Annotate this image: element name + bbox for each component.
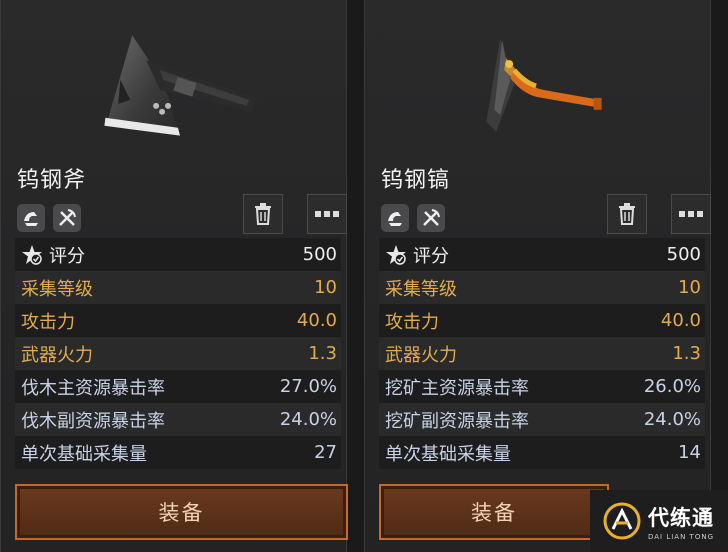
more-button[interactable] xyxy=(671,194,711,234)
stat-value: 10 xyxy=(678,277,701,298)
delete-button[interactable] xyxy=(607,194,647,234)
stat-label: 伐木主资源暴击率 xyxy=(21,377,165,399)
score-star-icon xyxy=(22,244,42,265)
stat-label: 攻击力 xyxy=(385,311,439,333)
stat-row-gather-level: 采集等级 10 xyxy=(15,271,341,304)
stat-label: 伐木副资源暴击率 xyxy=(21,410,165,432)
equip-button[interactable]: 装备 xyxy=(379,484,609,540)
stat-label: 单次基础采集量 xyxy=(385,443,511,465)
watermark-cn: 代练通 xyxy=(648,505,714,530)
stat-value: 24.0% xyxy=(279,409,337,430)
harvest-icon xyxy=(17,204,45,232)
stat-row-base-gather: 单次基础采集量 14 xyxy=(379,436,705,469)
delete-button[interactable] xyxy=(243,194,283,234)
stat-row-base-gather: 单次基础采集量 27 xyxy=(15,436,341,469)
score-star-icon xyxy=(386,244,406,265)
stat-label: 单次基础采集量 xyxy=(21,443,147,465)
daliantong-logo-icon xyxy=(603,502,641,540)
stat-label: 采集等级 xyxy=(21,278,93,300)
stat-row-sub-crit: 挖矿副资源暴击率 24.0% xyxy=(379,403,705,436)
stat-value: 27.0% xyxy=(279,376,337,397)
stat-label: 挖矿副资源暴击率 xyxy=(385,410,529,432)
item-name: 钨钢斧 xyxy=(17,168,87,193)
stat-value: 500 xyxy=(666,244,701,265)
stat-value: 1.3 xyxy=(308,343,337,364)
stat-row-attack: 攻击力 40.0 xyxy=(379,304,705,337)
stat-label: 评分 xyxy=(49,245,85,267)
stat-value: 40.0 xyxy=(660,310,701,331)
stat-value: 27 xyxy=(314,442,337,463)
stat-row-gather-level: 采集等级 10 xyxy=(379,271,705,304)
stat-label: 武器火力 xyxy=(385,344,457,366)
trash-icon xyxy=(619,203,635,225)
stat-row-sub-crit: 伐木副资源暴击率 24.0% xyxy=(15,403,341,436)
watermark-en: DAI LIAN TONG xyxy=(648,532,715,541)
item-card-axe: 钨钢斧 评分 500 采集等级 10 攻击力 40.0 武器火力 1.3 伐木主… xyxy=(0,0,348,552)
stat-row-score: 评分 500 xyxy=(15,238,341,271)
stat-row-main-crit: 挖矿主资源暴击率 26.0% xyxy=(379,370,705,403)
stat-row-firepower: 武器火力 1.3 xyxy=(379,337,705,370)
stat-row-score: 评分 500 xyxy=(379,238,705,271)
stat-label: 评分 xyxy=(413,245,449,267)
stat-value: 40.0 xyxy=(296,310,337,331)
tungsten-pickaxe-image xyxy=(486,38,602,132)
stat-label: 攻击力 xyxy=(21,311,75,333)
stat-value: 1.3 xyxy=(672,343,701,364)
pickaxe-axe-icon xyxy=(417,204,445,232)
stat-row-main-crit: 伐木主资源暴击率 27.0% xyxy=(15,370,341,403)
more-dots-icon xyxy=(679,211,703,217)
stat-label: 挖矿主资源暴击率 xyxy=(385,377,529,399)
equip-button[interactable]: 装备 xyxy=(15,484,348,540)
stat-label: 武器火力 xyxy=(21,344,93,366)
item-name: 钨钢镐 xyxy=(381,168,451,193)
harvest-icon xyxy=(381,204,409,232)
stat-value: 24.0% xyxy=(643,409,701,430)
stat-row-firepower: 武器火力 1.3 xyxy=(15,337,341,370)
stat-label: 采集等级 xyxy=(385,278,457,300)
tungsten-axe-image xyxy=(104,35,258,136)
more-dots-icon xyxy=(315,211,339,217)
more-button[interactable] xyxy=(307,194,347,234)
item-card-pickaxe: 钨钢镐 评分 500 采集等级 10 攻击力 40.0 武器火力 1.3 挖矿主… xyxy=(364,0,711,552)
pickaxe-axe-icon xyxy=(53,204,81,232)
stat-value: 10 xyxy=(314,277,337,298)
stat-row-attack: 攻击力 40.0 xyxy=(15,304,341,337)
watermark-logo: 代练通 DAI LIAN TONG xyxy=(590,490,728,552)
stat-value: 14 xyxy=(678,442,701,463)
stat-value: 500 xyxy=(302,244,337,265)
trash-icon xyxy=(255,203,271,225)
stat-value: 26.0% xyxy=(643,376,701,397)
